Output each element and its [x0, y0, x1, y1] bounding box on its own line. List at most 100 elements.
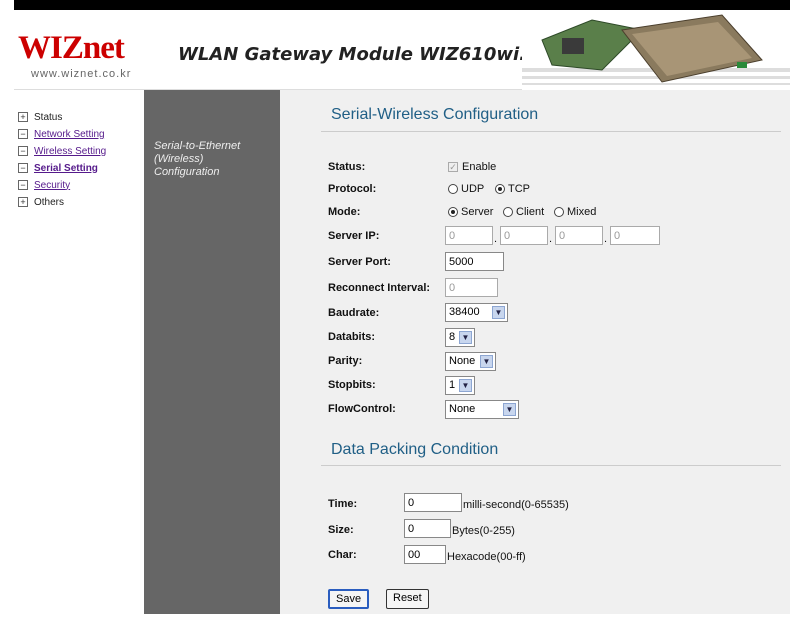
plus-icon[interactable]: +: [18, 112, 28, 122]
sidebar-item-label: Others: [34, 196, 65, 208]
radio-label: Server: [461, 206, 494, 218]
time-label: Time:: [328, 498, 358, 510]
section-caption: Serial-to-Ethernet (Wireless) Configurat…: [154, 140, 240, 179]
select-value: None: [449, 403, 476, 415]
sidebar-item-label[interactable]: Serial Setting: [34, 163, 98, 174]
sidebar-item-network-setting[interactable]: − Network Setting: [18, 127, 105, 141]
time-unit: milli-second(0-65535): [463, 499, 569, 511]
mode-mixed-radio[interactable]: Mixed: [554, 206, 596, 218]
radio-label: UDP: [461, 183, 485, 195]
logo-brand-text: WIZnet: [18, 30, 125, 66]
caption-line: Configuration: [154, 166, 220, 178]
ip-dot: .: [549, 233, 553, 245]
protocol-udp-radio[interactable]: UDP: [448, 183, 484, 195]
databits-label: Databits:: [328, 331, 376, 343]
databits-select[interactable]: 8 ▼: [445, 328, 475, 347]
top-bar: [14, 0, 790, 10]
save-button[interactable]: Save: [328, 589, 370, 609]
radio-label: TCP: [508, 183, 530, 195]
status-enable-checkbox[interactable]: ✓ Enable: [448, 161, 496, 173]
sidebar-item-serial-setting[interactable]: − Serial Setting: [18, 161, 98, 175]
char-unit: Hexacode(00-ff): [447, 551, 526, 563]
caption-line: Serial-to-Ethernet: [154, 140, 241, 152]
flowcontrol-label: FlowControl:: [328, 403, 396, 415]
char-input[interactable]: 00: [404, 545, 446, 564]
serial-section-title: Serial-Wireless Configuration: [331, 106, 539, 123]
section-caption-column: Serial-to-Ethernet (Wireless) Configurat…: [144, 90, 280, 614]
select-value: 8: [449, 331, 456, 343]
logo-brand: WIZnet: [18, 30, 125, 67]
server-ip-octet-4[interactable]: 0: [610, 226, 660, 245]
status-label: Status:: [328, 161, 366, 173]
server-ip-label: Server IP:: [328, 230, 380, 242]
server-ip-octet-3[interactable]: 0: [555, 226, 603, 245]
char-label: Char:: [328, 549, 357, 561]
sidebar-item-security[interactable]: − Security: [18, 178, 70, 192]
packing-section-title: Data Packing Condition: [331, 441, 499, 458]
size-input[interactable]: 0: [404, 519, 451, 538]
reconnect-interval-input[interactable]: 0: [445, 278, 498, 297]
stopbits-label: Stopbits:: [328, 379, 376, 391]
ip-dot: .: [494, 233, 498, 245]
minus-icon[interactable]: −: [18, 129, 28, 139]
sidebar-item-label: Status: [34, 111, 63, 123]
divider: [321, 131, 781, 132]
mode-client-radio[interactable]: Client: [503, 206, 544, 218]
size-label: Size:: [328, 524, 354, 536]
wiznet-logo[interactable]: WIZnet www.wiznet.co.kr: [18, 30, 146, 90]
chevron-down-icon[interactable]: ▼: [459, 331, 472, 344]
select-value: 1: [449, 379, 456, 391]
sidebar-item-label[interactable]: Security: [34, 180, 70, 191]
server-ip-octet-1[interactable]: 0: [445, 226, 493, 245]
ip-dot: .: [604, 233, 608, 245]
caption-line: (Wireless): [154, 153, 204, 165]
time-input[interactable]: 0: [404, 493, 462, 512]
radio-label: Client: [516, 206, 545, 218]
server-ip-octet-2[interactable]: 0: [500, 226, 548, 245]
plus-icon[interactable]: +: [18, 197, 28, 207]
protocol-label: Protocol:: [328, 183, 377, 195]
divider: [321, 465, 781, 466]
protocol-tcp-radio[interactable]: TCP: [495, 183, 530, 195]
logo-url: www.wiznet.co.kr: [31, 68, 132, 80]
sidebar-item-status[interactable]: + Status: [18, 110, 62, 124]
module-image: [522, 10, 790, 90]
baudrate-label: Baudrate:: [328, 307, 380, 319]
minus-icon[interactable]: −: [18, 163, 28, 173]
select-value: 38400: [449, 306, 480, 318]
radio-selected-icon: [448, 207, 458, 217]
sidebar-item-label[interactable]: Network Setting: [34, 129, 105, 140]
radio-icon: [448, 184, 458, 194]
sidebar-item-wireless-setting[interactable]: − Wireless Setting: [18, 144, 106, 158]
parity-label: Parity:: [328, 355, 363, 367]
baudrate-select[interactable]: 38400 ▼: [445, 303, 508, 322]
minus-icon[interactable]: −: [18, 180, 28, 190]
main-panel: Serial-Wireless Configuration Status: ✓ …: [280, 90, 790, 614]
sidebar-item-others[interactable]: + Others: [18, 195, 64, 209]
size-unit: Bytes(0-255): [452, 525, 515, 537]
radio-icon: [503, 207, 513, 217]
reconnect-interval-label: Reconnect Interval:: [328, 282, 431, 294]
server-port-input[interactable]: 5000: [445, 252, 504, 271]
flowcontrol-select[interactable]: None ▼: [445, 400, 519, 419]
radio-icon: [554, 207, 564, 217]
minus-icon[interactable]: −: [18, 146, 28, 156]
chevron-down-icon[interactable]: ▼: [480, 355, 493, 368]
reset-button[interactable]: Reset: [386, 589, 429, 609]
status-enable-label: Enable: [462, 161, 497, 173]
stopbits-select[interactable]: 1 ▼: [445, 376, 475, 395]
header: WIZnet www.wiznet.co.kr WLAN Gateway Mod…: [14, 10, 790, 90]
chevron-down-icon[interactable]: ▼: [459, 379, 472, 392]
server-port-label: Server Port:: [328, 256, 391, 268]
sidebar-item-label[interactable]: Wireless Setting: [34, 146, 106, 157]
chevron-down-icon[interactable]: ▼: [503, 403, 516, 416]
page-title: WLAN Gateway Module WIZ610wi....: [178, 44, 547, 65]
select-value: None: [449, 355, 476, 367]
radio-label: Mixed: [567, 206, 597, 218]
sidebar: + Status − Network Setting − Wireless Se…: [14, 90, 144, 614]
mode-label: Mode:: [328, 206, 361, 218]
mode-server-radio[interactable]: Server: [448, 206, 493, 218]
parity-select[interactable]: None ▼: [445, 352, 496, 371]
chevron-down-icon[interactable]: ▼: [492, 306, 505, 319]
radio-selected-icon: [495, 184, 505, 194]
